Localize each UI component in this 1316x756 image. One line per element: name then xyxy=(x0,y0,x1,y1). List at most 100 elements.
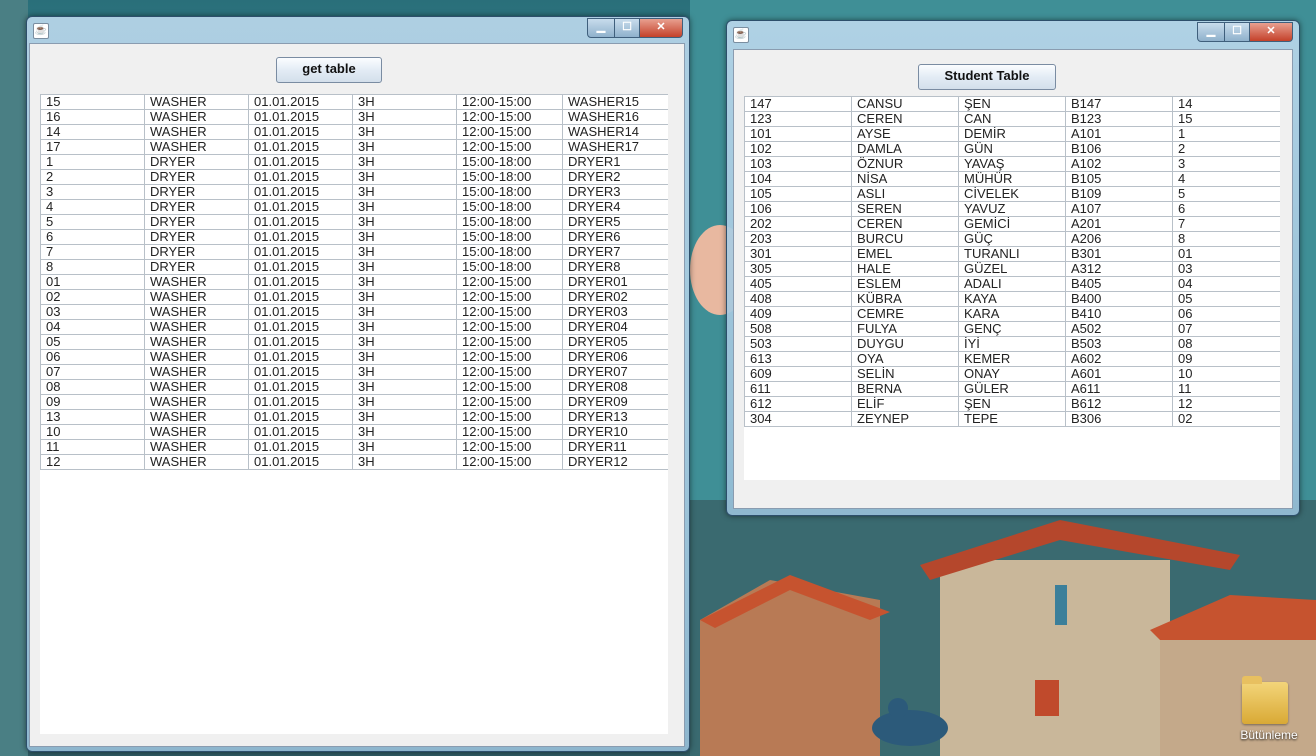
table-cell[interactable]: 01.01.2015 xyxy=(248,289,353,305)
table-cell[interactable]: 12 xyxy=(40,454,145,470)
table-cell[interactable]: WASHER xyxy=(144,304,249,320)
table-row[interactable]: 03 WASHER 01.01.2015 3H 12:00-15:00 DRYER03 xyxy=(40,304,668,320)
table-row[interactable]: 503 DUYGU İYİ B503 08 xyxy=(744,336,1280,352)
table-cell[interactable]: 3H xyxy=(352,379,457,395)
table-cell[interactable]: 01 xyxy=(1172,246,1280,262)
table-cell[interactable]: B400 xyxy=(1065,291,1173,307)
table-cell[interactable]: DRYER07 xyxy=(562,364,668,380)
table-row[interactable]: 305 HALE GÜZEL A312 03 xyxy=(744,261,1280,277)
table-cell[interactable]: 3H xyxy=(352,319,457,335)
table-cell[interactable]: KAYA xyxy=(958,291,1066,307)
table-cell[interactable]: DRYER12 xyxy=(562,454,668,470)
table-cell[interactable]: DRYER11 xyxy=(562,439,668,455)
table-cell[interactable]: 15:00-18:00 xyxy=(456,229,563,245)
desktop-folder-shortcut[interactable]: Bütünleme xyxy=(1228,676,1310,750)
table-cell[interactable]: 01.01.2015 xyxy=(248,154,353,170)
table-cell[interactable]: A602 xyxy=(1065,351,1173,367)
table-row[interactable]: 14 WASHER 01.01.2015 3H 12:00-15:00 WASHER14 xyxy=(40,124,668,140)
table-cell[interactable]: A102 xyxy=(1065,156,1173,172)
table-cell[interactable]: KÜBRA xyxy=(851,291,959,307)
table-cell[interactable]: 01.01.2015 xyxy=(248,184,353,200)
table-cell[interactable]: BURCU xyxy=(851,231,959,247)
table-cell[interactable]: GÜLER xyxy=(958,381,1066,397)
table-cell[interactable]: DRYER10 xyxy=(562,424,668,440)
table-cell[interactable]: 12 xyxy=(1172,396,1280,412)
table-cell[interactable]: WASHER xyxy=(144,394,249,410)
table-cell[interactable]: A502 xyxy=(1065,321,1173,337)
table-cell[interactable]: DRYER xyxy=(144,154,249,170)
table-cell[interactable]: 3H xyxy=(352,274,457,290)
table-cell[interactable]: 12:00-15:00 xyxy=(456,409,563,425)
table-cell[interactable]: GÜN xyxy=(958,141,1066,157)
table-cell[interactable]: 07 xyxy=(1172,321,1280,337)
table-cell[interactable]: A101 xyxy=(1065,126,1173,142)
table-cell[interactable]: 02 xyxy=(1172,411,1280,427)
table-cell[interactable]: BERNA xyxy=(851,381,959,397)
table-row[interactable]: 103 ÖZNUR YAVAŞ A102 3 xyxy=(744,156,1280,172)
table-cell[interactable]: EMEL xyxy=(851,246,959,262)
table-cell[interactable]: WASHER xyxy=(144,379,249,395)
table-cell[interactable]: DRYER xyxy=(144,184,249,200)
table-cell[interactable]: DRYER xyxy=(144,259,249,275)
table-cell[interactable]: 15:00-18:00 xyxy=(456,214,563,230)
table-cell[interactable]: GENÇ xyxy=(958,321,1066,337)
table-cell[interactable]: 08 xyxy=(1172,336,1280,352)
table-cell[interactable]: 3H xyxy=(352,349,457,365)
table-cell[interactable]: B612 xyxy=(1065,396,1173,412)
table-cell[interactable]: 508 xyxy=(744,321,852,337)
table-cell[interactable]: 12:00-15:00 xyxy=(456,379,563,395)
table-cell[interactable]: 01.01.2015 xyxy=(248,439,353,455)
table-cell[interactable]: 01.01.2015 xyxy=(248,454,353,470)
table-row[interactable]: 301 EMEL TURANLI B301 01 xyxy=(744,246,1280,262)
table-cell[interactable]: WASHER15 xyxy=(562,94,668,110)
table-cell[interactable]: A201 xyxy=(1065,216,1173,232)
table-cell[interactable]: 3 xyxy=(1172,156,1280,172)
table-cell[interactable]: 06 xyxy=(40,349,145,365)
table-cell[interactable]: DRYER5 xyxy=(562,214,668,230)
table-row[interactable]: 2 DRYER 01.01.2015 3H 15:00-18:00 DRYER2 xyxy=(40,169,668,185)
table-cell[interactable]: B405 xyxy=(1065,276,1173,292)
table-row[interactable]: 15 WASHER 01.01.2015 3H 12:00-15:00 WASHER15 xyxy=(40,94,668,110)
table-cell[interactable]: KARA xyxy=(958,306,1066,322)
table-cell[interactable]: DRYER xyxy=(144,229,249,245)
table-cell[interactable]: 3H xyxy=(352,124,457,140)
table-cell[interactable]: 12:00-15:00 xyxy=(456,439,563,455)
table-cell[interactable]: GÜÇ xyxy=(958,231,1066,247)
table-cell[interactable]: 3H xyxy=(352,259,457,275)
table-cell[interactable]: 3H xyxy=(352,394,457,410)
table-cell[interactable]: B147 xyxy=(1065,96,1173,112)
table-cell[interactable]: B123 xyxy=(1065,111,1173,127)
table-row[interactable]: 409 CEMRE KARA B410 06 xyxy=(744,306,1280,322)
table-cell[interactable]: 01.01.2015 xyxy=(248,364,353,380)
table-cell[interactable]: 01.01.2015 xyxy=(248,334,353,350)
table-cell[interactable]: 1 xyxy=(40,154,145,170)
table-cell[interactable]: DRYER xyxy=(144,214,249,230)
table-cell[interactable]: WASHER xyxy=(144,349,249,365)
table-cell[interactable]: 611 xyxy=(744,381,852,397)
table-cell[interactable]: DRYER xyxy=(144,199,249,215)
table-row[interactable]: 4 DRYER 01.01.2015 3H 15:00-18:00 DRYER4 xyxy=(40,199,668,215)
table-cell[interactable]: 15:00-18:00 xyxy=(456,154,563,170)
table-cell[interactable]: 05 xyxy=(1172,291,1280,307)
table-cell[interactable]: DRYER02 xyxy=(562,289,668,305)
student-table-button[interactable]: Student Table xyxy=(918,64,1056,90)
table-cell[interactable]: ŞEN xyxy=(958,96,1066,112)
table-cell[interactable]: ELİF xyxy=(851,396,959,412)
table-row[interactable]: 04 WASHER 01.01.2015 3H 12:00-15:00 DRYER04 xyxy=(40,319,668,335)
table-cell[interactable]: DEMİR xyxy=(958,126,1066,142)
table-cell[interactable]: 16 xyxy=(40,109,145,125)
table-row[interactable]: 06 WASHER 01.01.2015 3H 12:00-15:00 DRYER06 xyxy=(40,349,668,365)
table-cell[interactable]: DRYER2 xyxy=(562,169,668,185)
table-cell[interactable]: 01.01.2015 xyxy=(248,259,353,275)
table-row[interactable]: 07 WASHER 01.01.2015 3H 12:00-15:00 DRYER07 xyxy=(40,364,668,380)
table-cell[interactable]: 106 xyxy=(744,201,852,217)
table-cell[interactable]: 409 xyxy=(744,306,852,322)
table-cell[interactable]: 3H xyxy=(352,304,457,320)
table-cell[interactable]: 04 xyxy=(1172,276,1280,292)
table-cell[interactable]: 15:00-18:00 xyxy=(456,184,563,200)
table-cell[interactable]: 01.01.2015 xyxy=(248,244,353,260)
table-cell[interactable]: DAMLA xyxy=(851,141,959,157)
table-cell[interactable]: 102 xyxy=(744,141,852,157)
table-cell[interactable]: DRYER06 xyxy=(562,349,668,365)
table-cell[interactable]: DRYER4 xyxy=(562,199,668,215)
